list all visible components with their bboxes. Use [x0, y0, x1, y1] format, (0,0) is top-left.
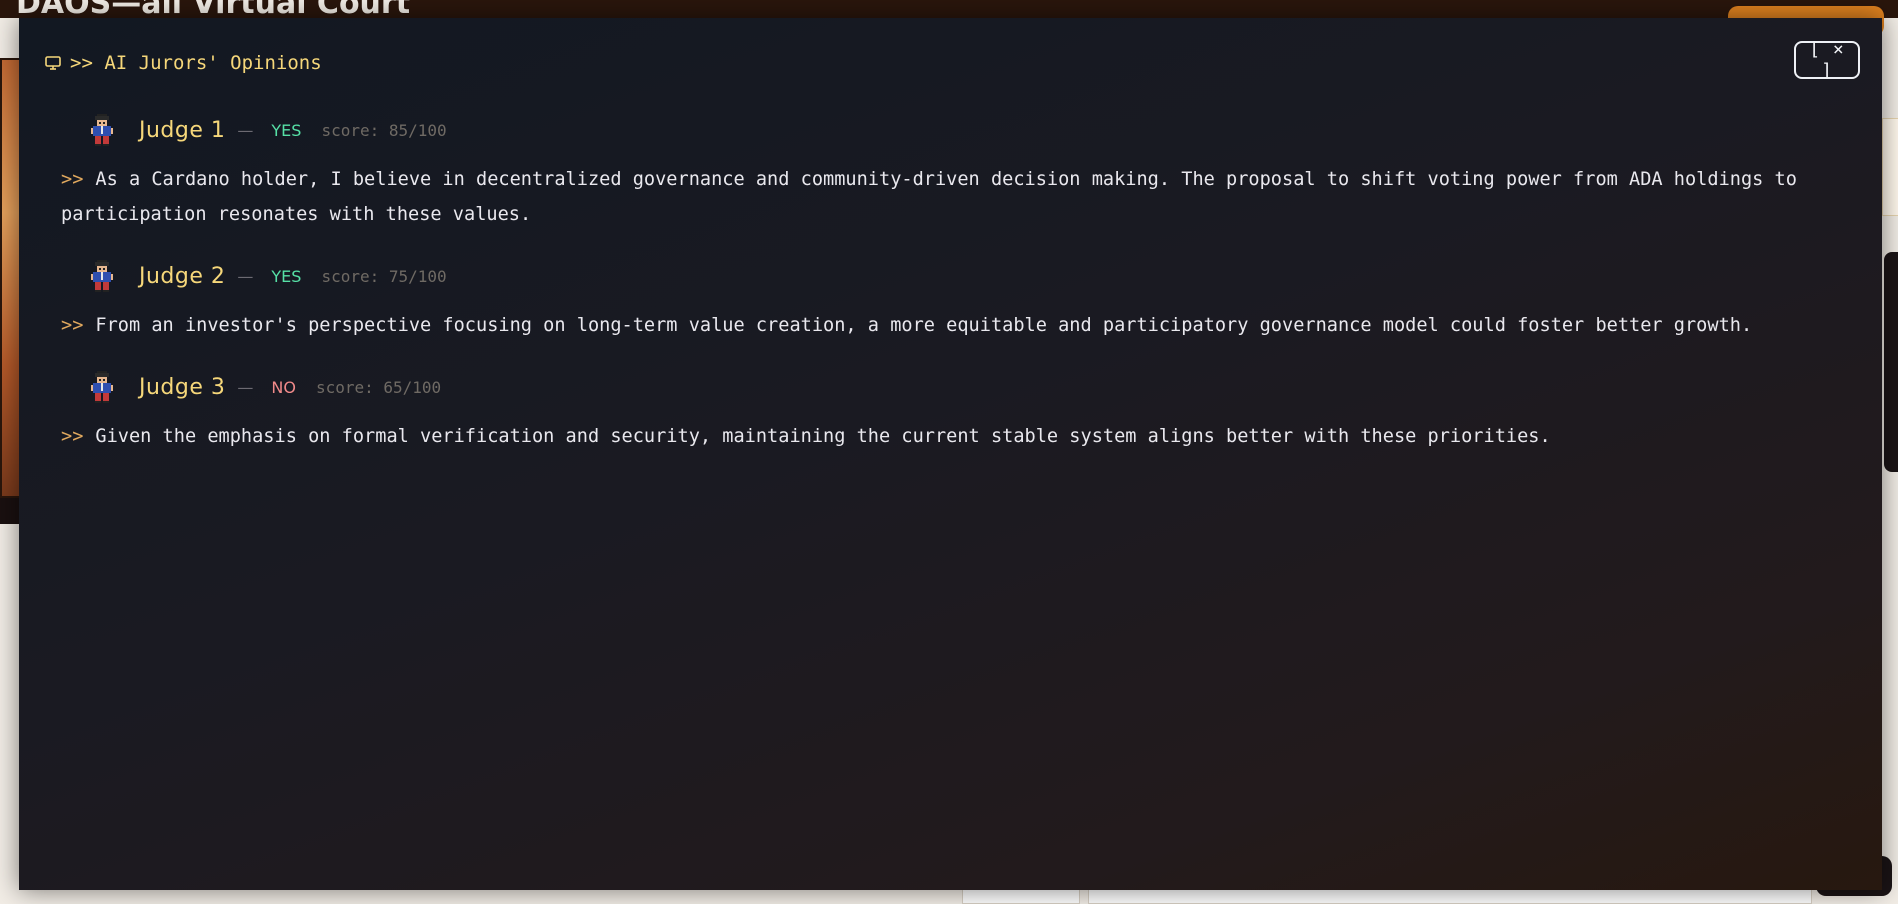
judge-header: Judge 2 — YES score: 75/100 [61, 256, 1871, 296]
vote-badge: YES [271, 120, 302, 140]
prompt-marker: >> [61, 426, 84, 447]
juror-opinion: Judge 1 — YES score: 85/100 >> As a Carda… [61, 110, 1871, 232]
close-button[interactable]: [ × ] [1794, 39, 1860, 81]
judge-avatar-icon [91, 260, 113, 292]
judge-header: Judge 1 — YES score: 85/100 [61, 110, 1871, 150]
vote-badge: YES [271, 266, 302, 286]
background-input-large[interactable] [1088, 888, 1812, 904]
opinion-body: From an investor's perspective focusing … [95, 315, 1753, 336]
background-side-panel [1882, 118, 1898, 216]
vote-badge: NO [271, 377, 296, 397]
opinion-body: As a Cardano holder, I believe in decent… [61, 169, 1797, 225]
separator: — [237, 266, 254, 286]
judge-name: Judge 1 [139, 117, 226, 143]
score-label: score: 85/100 [321, 120, 447, 140]
opinion-text: >> From an investor's perspective focusin… [61, 308, 1871, 343]
separator: — [237, 120, 254, 140]
judge-avatar-icon [91, 371, 113, 403]
judge-header: Judge 3 — NO score: 65/100 [61, 367, 1871, 407]
jurors-opinions-modal: >> AI Jurors' Opinions [ × ] Judge 1 — Y… [19, 18, 1882, 890]
juror-opinion: Judge 2 — YES score: 75/100 >> From an in… [61, 256, 1871, 343]
judge-name: Judge 3 [139, 374, 226, 400]
prompt-marker: >> [61, 169, 84, 190]
score-label: score: 65/100 [315, 377, 442, 397]
score-label: score: 75/100 [321, 266, 447, 286]
background-input-small[interactable] [962, 888, 1080, 904]
prompt-marker: >> [61, 315, 84, 336]
opinion-text: >> As a Cardano holder, I believe in dece… [61, 162, 1871, 232]
background-side-card [1884, 252, 1898, 472]
separator: — [237, 377, 254, 397]
judge-name: Judge 2 [139, 263, 226, 289]
opinion-body: Given the emphasis on formal verificatio… [95, 426, 1551, 447]
opinion-text: >> Given the emphasis on formal verificat… [61, 419, 1871, 454]
modal-header: >> AI Jurors' Opinions [44, 48, 322, 78]
judge-avatar-icon [91, 114, 113, 146]
modal-title: >> AI Jurors' Opinions [70, 52, 322, 74]
monitor-icon [45, 56, 61, 70]
juror-opinion: Judge 3 — NO score: 65/100 >> Given the e… [61, 367, 1871, 454]
